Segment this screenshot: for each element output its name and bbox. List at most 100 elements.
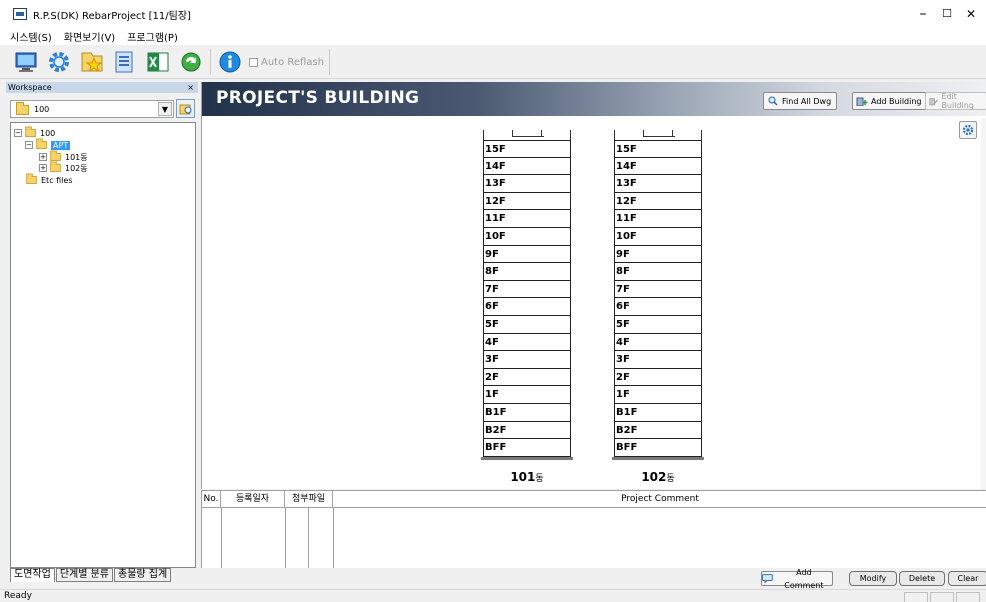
floor-item[interactable]: 12F (614, 192, 702, 211)
tree-node-label: 100 (40, 128, 56, 138)
floor-item[interactable]: 2F (614, 368, 702, 387)
grid-line (221, 508, 222, 569)
floor-item[interactable]: 3F (614, 351, 702, 369)
workspace-header: Workspace × (6, 82, 198, 93)
floor-item[interactable]: 13F (614, 175, 702, 193)
excel-button[interactable] (144, 48, 172, 76)
tab-drawing-work[interactable]: 도면작업 (10, 568, 55, 582)
refresh-button[interactable] (177, 48, 205, 76)
status-pane (930, 592, 954, 602)
floor-item[interactable]: 15F (614, 140, 702, 158)
floor-item[interactable]: B1F (483, 403, 571, 422)
info-button[interactable] (216, 48, 244, 76)
tree-node-etc[interactable]: Etc files (25, 173, 72, 186)
floor-item[interactable]: 6F (483, 298, 571, 316)
column-no: No. (202, 491, 221, 508)
floor-item[interactable]: 4F (614, 333, 702, 352)
floor-item[interactable]: 7F (483, 280, 571, 299)
edit-building-label: Edit Building (941, 92, 974, 110)
floor-item[interactable]: 11F (614, 210, 702, 228)
modify-button[interactable]: Modify (849, 571, 897, 586)
floor-item[interactable]: 9F (483, 245, 571, 264)
add-building-button[interactable]: Add Building (852, 92, 928, 110)
find-all-dwg-button[interactable]: Find All Dwg (763, 92, 838, 110)
floor-item[interactable]: 8F (614, 263, 702, 281)
floor-item[interactable]: 10F (483, 227, 571, 246)
settings-button[interactable] (45, 48, 73, 76)
excel-icon (147, 52, 169, 72)
floor-item[interactable]: 4F (483, 333, 571, 352)
edit-building-icon (929, 98, 939, 106)
document-button[interactable] (111, 48, 139, 76)
tab-stage-classification[interactable]: 단계별 분류 (55, 568, 113, 582)
collapse-icon[interactable]: − (25, 141, 33, 149)
favorite-folder-button[interactable] (78, 48, 106, 76)
floor-item[interactable]: B2F (614, 421, 702, 440)
tree-node-apt[interactable]: − APT (25, 138, 71, 151)
close-button[interactable]: ✕ (956, 4, 986, 24)
floor-item[interactable]: 5F (483, 315, 571, 334)
search-icon (768, 96, 778, 106)
page-title: PROJECT'S BUILDING (216, 88, 420, 108)
grid-line (333, 508, 334, 569)
building-101[interactable]: 15F 14F 13F 12F 11F 10F 9F 8F 7F 6F 5F 4F 3F 2F 1F B1F B… (481, 130, 573, 484)
expand-icon[interactable]: + (39, 164, 47, 172)
status-bar: Ready (0, 589, 986, 602)
floor-item[interactable]: 2F (483, 368, 571, 387)
workspace-tabs: 도면작업 단계별 분류 총물량 집계 (10, 568, 196, 582)
floor-item[interactable]: 1F (483, 386, 571, 404)
dropdown-arrow-icon[interactable]: ▼ (158, 102, 172, 116)
floor-item[interactable]: 7F (614, 280, 702, 299)
floor-item[interactable]: 8F (483, 263, 571, 281)
floor-item[interactable]: 1F (614, 386, 702, 404)
comment-grid: No. 등록일자 첨부파일 Project Comment (201, 490, 986, 569)
building-ground (612, 456, 704, 460)
workspace-close-button[interactable]: × (187, 82, 194, 93)
comment-actions: Add Comment Modify Delete Clear (201, 568, 986, 590)
view-settings-button[interactable] (959, 121, 977, 139)
column-date: 등록일자 (221, 491, 285, 508)
floor-item[interactable]: 10F (614, 227, 702, 246)
menu-bar: 시스템(S) 화면보기(V) 프로그램(P) (0, 28, 986, 45)
floor-item[interactable]: B2F (483, 421, 571, 440)
floor-item[interactable]: 14F (614, 157, 702, 176)
browse-button[interactable] (176, 99, 195, 118)
building-view: PROJECT'S BUILDING Find All Dwg Add Buil… (201, 82, 986, 489)
floor-item[interactable]: 6F (614, 298, 702, 316)
floor-item[interactable]: 5F (614, 315, 702, 334)
clear-button[interactable]: Clear (948, 571, 986, 586)
project-combo[interactable]: 100 ▼ (10, 100, 174, 118)
floor-list: 15F 14F 13F 12F 11F 10F 9F 8F 7F 6F 5F 4F 3F 2F 1F B1F B… (614, 140, 702, 457)
building-102[interactable]: 15F 14F 13F 12F 11F 10F 9F 8F 7F 6F 5F 4F 3F 2F 1F B1F B… (612, 130, 704, 484)
auto-reflash-checkbox[interactable] (249, 57, 258, 67)
add-comment-button[interactable]: Add Comment (761, 568, 833, 590)
edit-building-button[interactable]: Edit Building (925, 92, 986, 110)
floor-item[interactable]: 15F (483, 140, 571, 158)
expand-icon[interactable]: + (39, 153, 47, 161)
menu-program[interactable]: 프로그램(P) (127, 29, 178, 44)
tree-node-102[interactable]: + 102동 (39, 161, 88, 174)
menu-view[interactable]: 화면보기(V) (64, 29, 115, 44)
monitor-button[interactable] (12, 48, 40, 76)
floor-item[interactable]: BFF (483, 439, 571, 457)
gear-icon (962, 124, 974, 136)
menu-system[interactable]: 시스템(S) (10, 29, 52, 44)
floor-item[interactable]: 13F (483, 175, 571, 193)
floor-item[interactable]: 11F (483, 210, 571, 228)
folder-icon (50, 150, 61, 161)
vertical-scrollbar[interactable] (981, 118, 986, 489)
floor-item[interactable]: 9F (614, 245, 702, 264)
tree-node-root[interactable]: − 100 (14, 126, 56, 139)
floor-item[interactable]: BFF (614, 439, 702, 457)
tab-total-quantity[interactable]: 총물량 집계 (114, 568, 172, 582)
building-roof (483, 130, 571, 140)
delete-button[interactable]: Delete (899, 571, 945, 586)
add-comment-label: Add Comment (784, 567, 824, 590)
floor-item[interactable]: 12F (483, 192, 571, 211)
toolbar-separator (329, 49, 331, 75)
collapse-icon[interactable]: − (14, 129, 22, 137)
floor-item[interactable]: 3F (483, 351, 571, 369)
floor-item[interactable]: B1F (614, 403, 702, 422)
status-pane (904, 592, 928, 602)
floor-item[interactable]: 14F (483, 157, 571, 176)
